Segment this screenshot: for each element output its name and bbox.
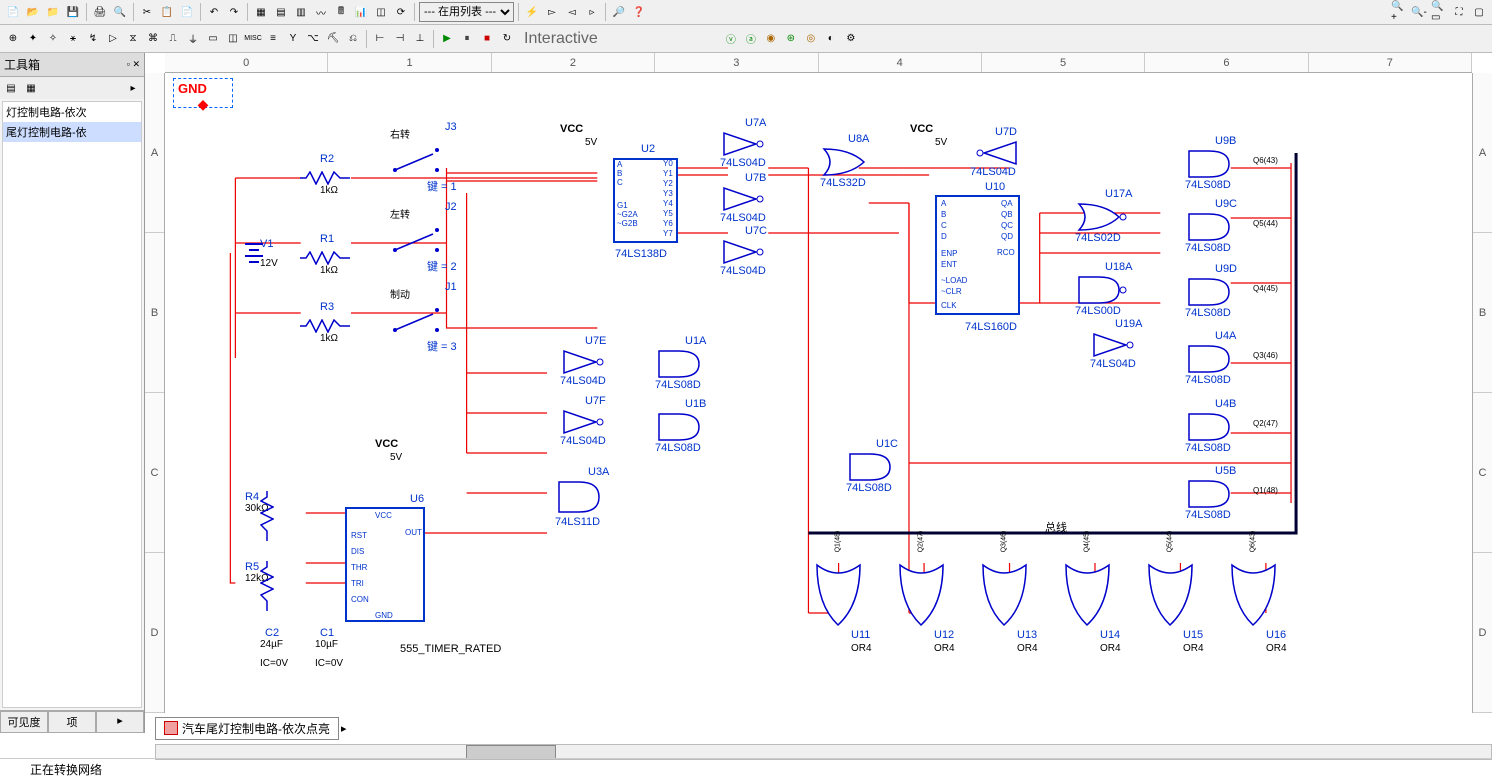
view-icon[interactable]: ▦ — [22, 79, 40, 97]
tab-more[interactable]: ▸ — [96, 711, 144, 733]
pause-icon[interactable]: ⏸ — [458, 30, 476, 48]
switch-j2[interactable] — [387, 218, 447, 258]
comp14-icon[interactable]: Y — [284, 30, 302, 48]
comp-icon[interactable]: ⊕ — [4, 30, 22, 48]
probe4-icon[interactable]: ▹ — [583, 3, 601, 21]
tab-scroll-icon[interactable]: ▸ — [341, 722, 347, 735]
comp4-icon[interactable]: ⚹ — [64, 30, 82, 48]
redo-icon[interactable]: ↷ — [225, 3, 243, 21]
comp15-icon[interactable]: ⌥ — [304, 30, 322, 48]
comp3-icon[interactable]: ✧ — [44, 30, 62, 48]
undo-icon[interactable]: ↶ — [205, 3, 223, 21]
chip-icon[interactable]: ◫ — [372, 3, 390, 21]
bus1-icon[interactable]: ⊢ — [371, 30, 389, 48]
comp13-icon[interactable]: ≡ — [264, 30, 282, 48]
ruler-right: ABCD — [1472, 73, 1492, 713]
analysis6-icon[interactable]: ◐ — [822, 30, 840, 48]
comp2-icon[interactable]: ✦ — [24, 30, 42, 48]
preview-icon[interactable]: 🔍 — [111, 3, 129, 21]
stop-icon[interactable]: ■ — [478, 30, 496, 48]
comp11-icon[interactable]: ▭ — [204, 30, 222, 48]
probe2-icon[interactable]: ▻ — [543, 3, 561, 21]
save-icon[interactable]: 💾 — [64, 3, 82, 21]
design-list[interactable]: 灯控制电路-依次 尾灯控制电路-依 — [2, 101, 142, 708]
tab-items[interactable]: 项 — [48, 711, 96, 733]
switch-j3[interactable] — [387, 138, 447, 178]
hierarchy-icon[interactable]: ▤ — [2, 79, 20, 97]
list-item[interactable]: 尾灯控制电路-依 — [3, 122, 141, 142]
help-icon[interactable]: ❓ — [630, 3, 648, 21]
open-icon[interactable]: 📂 — [24, 3, 42, 21]
grid2-icon[interactable]: ▤ — [272, 3, 290, 21]
list-item[interactable]: 灯控制电路-依次 — [3, 102, 141, 122]
grid1-icon[interactable]: ▦ — [252, 3, 270, 21]
zoom-area-icon[interactable]: 🔍▭ — [1430, 3, 1448, 21]
calc-icon[interactable]: 🖩 — [332, 3, 350, 21]
schematic-canvas[interactable]: 01234567 ABCD ABCD GND ◆ — [145, 53, 1492, 733]
schematic-icon — [164, 721, 178, 735]
analysis3-icon[interactable]: ◉ — [762, 30, 780, 48]
zoom-out-icon[interactable]: 🔍- — [1410, 3, 1428, 21]
zoom-fit-icon[interactable]: ⛶ — [1450, 3, 1468, 21]
misc-icon[interactable]: MISC — [244, 30, 262, 48]
secondary-toolbar: ⊕ ✦ ✧ ⚹ ↯ ▷ ⧖ ⌘ ⎍ ⏚ ▭ ◫ MISC ≡ Y ⌥ ⛏ ⎌ ⊢… — [0, 25, 1492, 53]
print-icon[interactable]: 🖨 — [91, 3, 109, 21]
cut-icon[interactable]: ✂ — [138, 3, 156, 21]
bus3-icon[interactable]: ⊥ — [411, 30, 429, 48]
analysis2-icon[interactable]: ⓐ — [742, 30, 760, 48]
copy-icon[interactable]: 📋 — [158, 3, 176, 21]
toolbox-sidebar: 工具箱 ▫ ✕ ▤ ▦ ▸ 灯控制电路-依次 尾灯控制电路-依 可见度 项 ▸ — [0, 53, 145, 733]
probe3-icon[interactable]: ◅ — [563, 3, 581, 21]
run-icon[interactable]: ▶ — [438, 30, 456, 48]
comp12-icon[interactable]: ◫ — [224, 30, 242, 48]
comp7-icon[interactable]: ⧖ — [124, 30, 142, 48]
db-icon[interactable]: 📊 — [352, 3, 370, 21]
tab-visibility[interactable]: 可见度 — [0, 711, 48, 733]
inuse-dropdown[interactable]: --- 在用列表 --- — [419, 2, 514, 22]
options-icon[interactable]: ▸ — [124, 79, 142, 97]
comp17-icon[interactable]: ⎌ — [344, 30, 362, 48]
search-icon[interactable]: 🔎 — [610, 3, 628, 21]
gear-icon[interactable]: ⚙ — [842, 30, 860, 48]
comp6-icon[interactable]: ▷ — [104, 30, 122, 48]
sidebar-close-icon[interactable]: ✕ — [132, 59, 140, 69]
bus2-icon[interactable]: ⊣ — [391, 30, 409, 48]
vcc-label: VCC — [375, 438, 398, 450]
comp5-icon[interactable]: ↯ — [84, 30, 102, 48]
wave-icon[interactable]: 〰 — [312, 3, 330, 21]
open2-icon[interactable]: 📁 — [44, 3, 62, 21]
analysis1-icon[interactable]: ⓥ — [722, 30, 740, 48]
paste-icon[interactable]: 📄 — [178, 3, 196, 21]
gnd-marker[interactable]: GND ◆ — [173, 78, 233, 108]
analysis5-icon[interactable]: ◎ — [802, 30, 820, 48]
comp16-icon[interactable]: ⛏ — [324, 30, 342, 48]
doc-tab-active[interactable]: 汽车尾灯控制电路-依次点亮 — [155, 717, 339, 740]
comp8-icon[interactable]: ⌘ — [144, 30, 162, 48]
grid3-icon[interactable]: ▥ — [292, 3, 310, 21]
ruler-left: ABCD — [145, 73, 165, 713]
ruler-top: 01234567 — [165, 53, 1472, 73]
status-bar: 正在转换网络 — [0, 758, 1492, 778]
vcc-label: VCC — [910, 123, 933, 135]
main-toolbar: 📄 📂 📁 💾 🖨 🔍 ✂ 📋 📄 ↶ ↷ ▦ ▤ ▥ 〰 🖩 📊 ◫ ⟳ --… — [0, 0, 1492, 25]
zoom-in-icon[interactable]: 🔍+ — [1390, 3, 1408, 21]
probe1-icon[interactable]: ⚡ — [523, 3, 541, 21]
new-icon[interactable]: 📄 — [4, 3, 22, 21]
vcc-label: VCC — [560, 123, 583, 135]
comp9-icon[interactable]: ⎍ — [164, 30, 182, 48]
sidebar-pin-icon[interactable]: ▫ — [127, 59, 130, 69]
toolbox-header: 工具箱 ▫ ✕ — [0, 53, 144, 77]
refresh-icon[interactable]: ⟳ — [392, 3, 410, 21]
switch-j1[interactable] — [387, 298, 447, 338]
fullscreen-icon[interactable]: ▢ — [1470, 3, 1488, 21]
comp10-icon[interactable]: ⏚ — [184, 30, 202, 48]
document-tabs: 汽车尾灯控制电路-依次点亮 ▸ — [155, 716, 347, 740]
analysis4-icon[interactable]: ⊛ — [782, 30, 800, 48]
step-icon[interactable]: ↻ — [498, 30, 516, 48]
sim-mode-label: Interactive — [524, 30, 598, 48]
